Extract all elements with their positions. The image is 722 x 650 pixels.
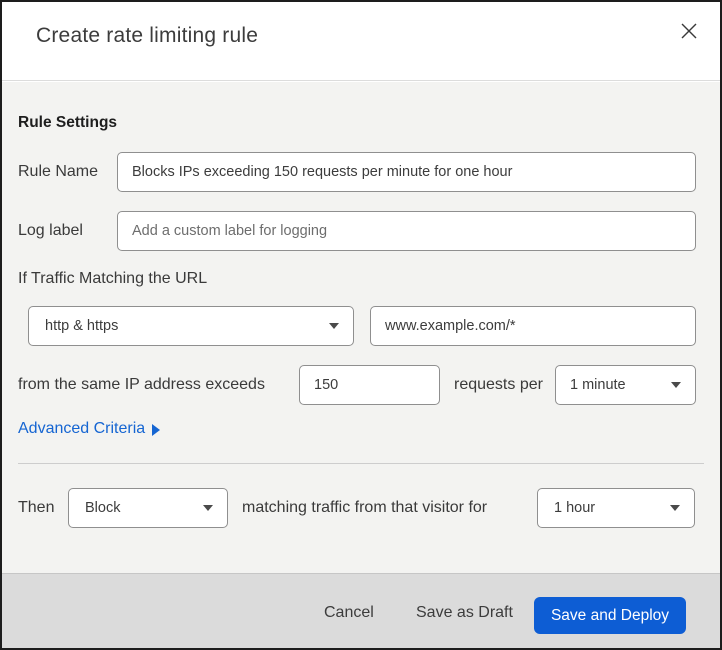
save-deploy-button[interactable]: Save and Deploy bbox=[534, 597, 686, 634]
dialog-title: Create rate limiting rule bbox=[36, 24, 259, 47]
duration-select[interactable]: 1 hour bbox=[537, 488, 695, 528]
threshold-input[interactable] bbox=[299, 365, 440, 405]
cancel-button[interactable]: Cancel bbox=[324, 604, 374, 622]
action-select-value: Block bbox=[85, 500, 121, 516]
scheme-select[interactable]: http & https bbox=[28, 306, 354, 346]
close-icon bbox=[680, 22, 698, 40]
then-label: Then bbox=[18, 499, 55, 516]
threshold-suffix-text: requests per bbox=[454, 376, 543, 393]
then-suffix-text: matching traffic from that visitor for bbox=[242, 499, 488, 516]
chevron-down-icon bbox=[329, 323, 339, 329]
advanced-criteria-link[interactable]: Advanced Criteria bbox=[18, 420, 161, 438]
rate-limit-dialog: Create rate limiting rule Rule Settings … bbox=[0, 0, 722, 650]
rule-name-label: Rule Name bbox=[18, 163, 99, 180]
chevron-down-icon bbox=[670, 505, 680, 511]
save-draft-button[interactable]: Save as Draft bbox=[416, 604, 513, 622]
chevron-down-icon bbox=[671, 382, 681, 388]
duration-select-value: 1 hour bbox=[554, 500, 596, 516]
rule-name-input[interactable] bbox=[117, 152, 696, 192]
action-select[interactable]: Block bbox=[68, 488, 228, 528]
chevron-right-icon bbox=[152, 424, 161, 436]
close-button[interactable] bbox=[676, 18, 702, 44]
section-divider bbox=[18, 463, 704, 464]
traffic-match-heading: If Traffic Matching the URL bbox=[18, 270, 208, 287]
period-select-value: 1 minute bbox=[570, 377, 626, 393]
scheme-select-value: http & https bbox=[45, 318, 119, 334]
period-select[interactable]: 1 minute bbox=[555, 365, 696, 405]
advanced-criteria-label: Advanced Criteria bbox=[18, 420, 146, 437]
section-heading: Rule Settings bbox=[18, 114, 118, 131]
log-label-input[interactable] bbox=[117, 211, 696, 251]
url-input[interactable] bbox=[370, 306, 696, 346]
threshold-prefix-text: from the same IP address exceeds bbox=[18, 376, 265, 393]
dialog-header: Create rate limiting rule bbox=[2, 2, 720, 81]
log-label-label: Log label bbox=[18, 222, 83, 239]
chevron-down-icon bbox=[203, 505, 213, 511]
